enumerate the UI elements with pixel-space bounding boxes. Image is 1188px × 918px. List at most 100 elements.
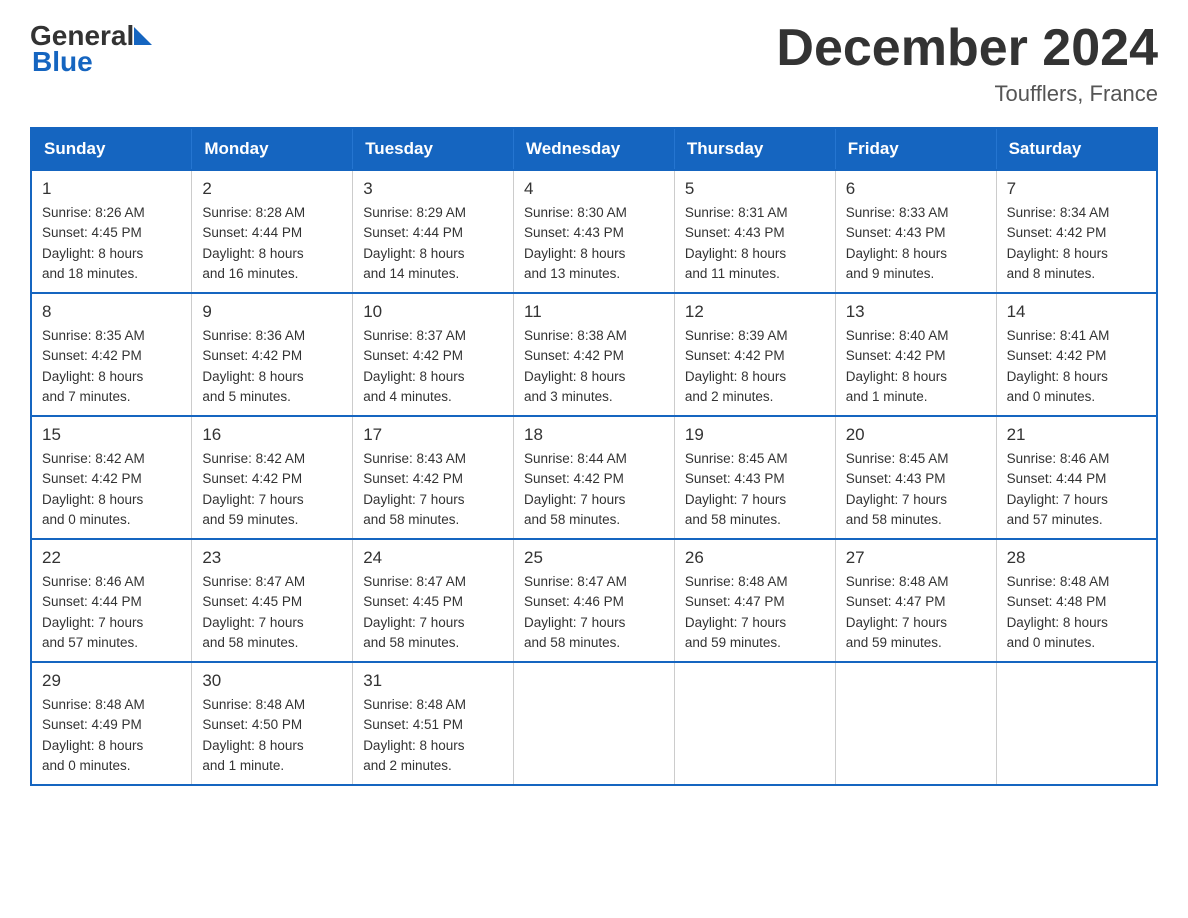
- sunset-label: Sunset: 4:43 PM: [685, 471, 785, 486]
- logo: General Blue: [30, 20, 152, 78]
- sunset-label: Sunset: 4:48 PM: [1007, 594, 1107, 609]
- day-info: Sunrise: 8:43 AM Sunset: 4:42 PM Dayligh…: [363, 449, 503, 530]
- calendar-cell: 23 Sunrise: 8:47 AM Sunset: 4:45 PM Dayl…: [192, 539, 353, 662]
- daylight-extra: and 58 minutes.: [846, 512, 942, 527]
- calendar-week-row: 15 Sunrise: 8:42 AM Sunset: 4:42 PM Dayl…: [31, 416, 1157, 539]
- calendar-cell: 9 Sunrise: 8:36 AM Sunset: 4:42 PM Dayli…: [192, 293, 353, 416]
- sunset-label: Sunset: 4:43 PM: [846, 471, 946, 486]
- daylight-extra: and 0 minutes.: [1007, 389, 1096, 404]
- sunrise-label: Sunrise: 8:46 AM: [42, 574, 145, 589]
- day-info: Sunrise: 8:28 AM Sunset: 4:44 PM Dayligh…: [202, 203, 342, 284]
- sunrise-label: Sunrise: 8:42 AM: [202, 451, 305, 466]
- day-info: Sunrise: 8:47 AM Sunset: 4:45 PM Dayligh…: [363, 572, 503, 653]
- day-number: 8: [42, 302, 181, 322]
- sunset-label: Sunset: 4:43 PM: [846, 225, 946, 240]
- sunset-label: Sunset: 4:42 PM: [363, 471, 463, 486]
- daylight-extra: and 3 minutes.: [524, 389, 613, 404]
- day-number: 19: [685, 425, 825, 445]
- calendar-cell: 12 Sunrise: 8:39 AM Sunset: 4:42 PM Dayl…: [674, 293, 835, 416]
- day-number: 31: [363, 671, 503, 691]
- day-number: 16: [202, 425, 342, 445]
- calendar-day-header: Sunday: [31, 128, 192, 170]
- sunrise-label: Sunrise: 8:35 AM: [42, 328, 145, 343]
- daylight-extra: and 7 minutes.: [42, 389, 131, 404]
- day-number: 14: [1007, 302, 1146, 322]
- sunrise-label: Sunrise: 8:33 AM: [846, 205, 949, 220]
- day-info: Sunrise: 8:36 AM Sunset: 4:42 PM Dayligh…: [202, 326, 342, 407]
- day-info: Sunrise: 8:29 AM Sunset: 4:44 PM Dayligh…: [363, 203, 503, 284]
- daylight-extra: and 57 minutes.: [1007, 512, 1103, 527]
- daylight-label: Daylight: 8 hours: [1007, 615, 1108, 630]
- day-info: Sunrise: 8:42 AM Sunset: 4:42 PM Dayligh…: [202, 449, 342, 530]
- calendar-day-header: Friday: [835, 128, 996, 170]
- day-number: 13: [846, 302, 986, 322]
- sunrise-label: Sunrise: 8:40 AM: [846, 328, 949, 343]
- calendar-cell: 7 Sunrise: 8:34 AM Sunset: 4:42 PM Dayli…: [996, 170, 1157, 293]
- daylight-label: Daylight: 8 hours: [524, 369, 625, 384]
- day-number: 12: [685, 302, 825, 322]
- sunrise-label: Sunrise: 8:43 AM: [363, 451, 466, 466]
- title-section: December 2024 Toufflers, France: [776, 20, 1158, 107]
- daylight-label: Daylight: 8 hours: [1007, 369, 1108, 384]
- sunset-label: Sunset: 4:45 PM: [42, 225, 142, 240]
- calendar-cell: 22 Sunrise: 8:46 AM Sunset: 4:44 PM Dayl…: [31, 539, 192, 662]
- day-number: 27: [846, 548, 986, 568]
- daylight-label: Daylight: 8 hours: [1007, 246, 1108, 261]
- day-info: Sunrise: 8:48 AM Sunset: 4:47 PM Dayligh…: [846, 572, 986, 653]
- sunset-label: Sunset: 4:42 PM: [42, 348, 142, 363]
- day-info: Sunrise: 8:35 AM Sunset: 4:42 PM Dayligh…: [42, 326, 181, 407]
- calendar-cell: [514, 662, 675, 785]
- day-number: 29: [42, 671, 181, 691]
- daylight-label: Daylight: 8 hours: [42, 246, 143, 261]
- sunrise-label: Sunrise: 8:26 AM: [42, 205, 145, 220]
- sunrise-label: Sunrise: 8:47 AM: [524, 574, 627, 589]
- sunset-label: Sunset: 4:42 PM: [1007, 225, 1107, 240]
- day-info: Sunrise: 8:47 AM Sunset: 4:45 PM Dayligh…: [202, 572, 342, 653]
- logo-blue: Blue: [32, 46, 93, 78]
- day-info: Sunrise: 8:48 AM Sunset: 4:49 PM Dayligh…: [42, 695, 181, 776]
- calendar-cell: 1 Sunrise: 8:26 AM Sunset: 4:45 PM Dayli…: [31, 170, 192, 293]
- day-info: Sunrise: 8:45 AM Sunset: 4:43 PM Dayligh…: [846, 449, 986, 530]
- calendar-cell: [835, 662, 996, 785]
- daylight-label: Daylight: 8 hours: [363, 246, 464, 261]
- daylight-extra: and 58 minutes.: [202, 635, 298, 650]
- day-number: 6: [846, 179, 986, 199]
- daylight-extra: and 2 minutes.: [363, 758, 452, 773]
- daylight-extra: and 1 minute.: [846, 389, 928, 404]
- daylight-label: Daylight: 7 hours: [1007, 492, 1108, 507]
- day-info: Sunrise: 8:41 AM Sunset: 4:42 PM Dayligh…: [1007, 326, 1146, 407]
- daylight-label: Daylight: 8 hours: [42, 369, 143, 384]
- day-info: Sunrise: 8:37 AM Sunset: 4:42 PM Dayligh…: [363, 326, 503, 407]
- calendar-cell: 16 Sunrise: 8:42 AM Sunset: 4:42 PM Dayl…: [192, 416, 353, 539]
- daylight-extra: and 59 minutes.: [846, 635, 942, 650]
- day-number: 25: [524, 548, 664, 568]
- sunset-label: Sunset: 4:42 PM: [202, 348, 302, 363]
- calendar-cell: 26 Sunrise: 8:48 AM Sunset: 4:47 PM Dayl…: [674, 539, 835, 662]
- day-number: 21: [1007, 425, 1146, 445]
- sunset-label: Sunset: 4:50 PM: [202, 717, 302, 732]
- daylight-label: Daylight: 7 hours: [846, 615, 947, 630]
- calendar-cell: 3 Sunrise: 8:29 AM Sunset: 4:44 PM Dayli…: [353, 170, 514, 293]
- calendar-day-header: Monday: [192, 128, 353, 170]
- sunset-label: Sunset: 4:42 PM: [685, 348, 785, 363]
- daylight-extra: and 59 minutes.: [202, 512, 298, 527]
- sunset-label: Sunset: 4:49 PM: [42, 717, 142, 732]
- day-info: Sunrise: 8:44 AM Sunset: 4:42 PM Dayligh…: [524, 449, 664, 530]
- logo-arrow-icon: [134, 27, 152, 45]
- calendar-cell: 15 Sunrise: 8:42 AM Sunset: 4:42 PM Dayl…: [31, 416, 192, 539]
- day-number: 5: [685, 179, 825, 199]
- calendar-cell: [674, 662, 835, 785]
- day-info: Sunrise: 8:48 AM Sunset: 4:51 PM Dayligh…: [363, 695, 503, 776]
- sunrise-label: Sunrise: 8:47 AM: [363, 574, 466, 589]
- calendar-cell: 29 Sunrise: 8:48 AM Sunset: 4:49 PM Dayl…: [31, 662, 192, 785]
- sunrise-label: Sunrise: 8:34 AM: [1007, 205, 1110, 220]
- sunset-label: Sunset: 4:42 PM: [42, 471, 142, 486]
- daylight-label: Daylight: 7 hours: [42, 615, 143, 630]
- daylight-label: Daylight: 7 hours: [685, 615, 786, 630]
- daylight-extra: and 9 minutes.: [846, 266, 935, 281]
- sunset-label: Sunset: 4:42 PM: [524, 471, 624, 486]
- sunrise-label: Sunrise: 8:29 AM: [363, 205, 466, 220]
- daylight-extra: and 14 minutes.: [363, 266, 459, 281]
- calendar-cell: 24 Sunrise: 8:47 AM Sunset: 4:45 PM Dayl…: [353, 539, 514, 662]
- calendar-cell: [996, 662, 1157, 785]
